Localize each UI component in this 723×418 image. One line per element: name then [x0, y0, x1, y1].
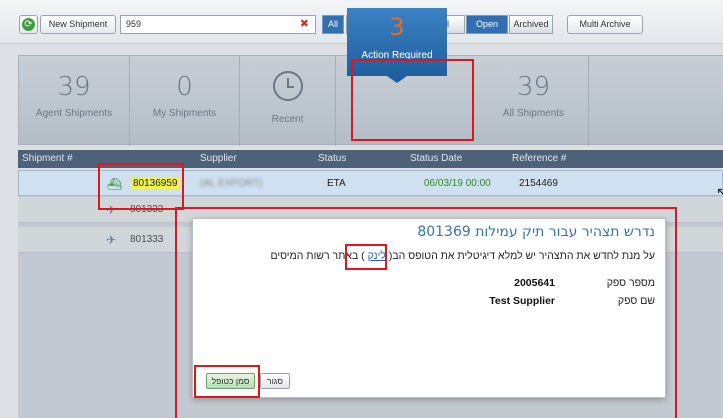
tile-all-shipments[interactable]: 39 All Shipments — [479, 56, 589, 146]
column-header-status-date[interactable]: Status Date — [410, 153, 462, 164]
highlight-action-required — [351, 59, 474, 141]
column-header-reference[interactable]: Reference # — [512, 153, 566, 164]
clear-search-icon[interactable]: ✖ — [300, 16, 309, 33]
search-value: 959 — [126, 19, 142, 29]
new-shipment-button[interactable]: New Shipment — [40, 15, 116, 34]
tile-count: 0 — [176, 72, 193, 102]
column-header-status[interactable]: Status — [318, 153, 346, 164]
mouse-cursor-icon: ↖ — [716, 184, 723, 200]
refresh-button[interactable]: ⟳ — [19, 15, 38, 34]
tile-count: 39 — [57, 72, 91, 102]
highlight-shipment-row — [98, 163, 184, 210]
status-filter-archived[interactable]: Archived — [509, 15, 553, 34]
search-input[interactable]: 959 ✖ — [120, 15, 316, 34]
status-filter-open[interactable]: Open — [466, 15, 508, 34]
supplier-name: (AL EXPORT) — [200, 178, 263, 189]
tile-recent[interactable]: Recent — [240, 56, 336, 146]
tile-count: 3 — [389, 13, 405, 41]
column-header-shipment[interactable]: Shipment # — [22, 153, 73, 164]
filter-all-modes-button[interactable]: All — [322, 15, 344, 34]
tile-my-shipments[interactable]: 0 My Shipments — [130, 56, 240, 146]
status-date: 06/03/19 00:00 — [424, 178, 491, 189]
highlight-mark-button — [194, 365, 260, 398]
tile-agent-shipments[interactable]: 39 Agent Shipments — [19, 56, 130, 146]
multi-archive-button[interactable]: Multi Archive — [567, 15, 643, 34]
tile-count: 39 — [516, 72, 551, 102]
reference-number: 2154469 — [519, 178, 558, 189]
tile-label: My Shipments — [152, 108, 217, 119]
refresh-icon: ⟳ — [22, 18, 35, 31]
tile-label: All Shipments — [502, 108, 565, 119]
tile-label: Agent Shipments — [35, 108, 113, 119]
clock-icon — [272, 71, 303, 101]
highlight-link — [345, 244, 387, 270]
column-header-supplier[interactable]: Supplier — [200, 153, 237, 164]
shipment-status: ETA — [327, 178, 346, 189]
tile-label: Recent — [271, 114, 304, 125]
